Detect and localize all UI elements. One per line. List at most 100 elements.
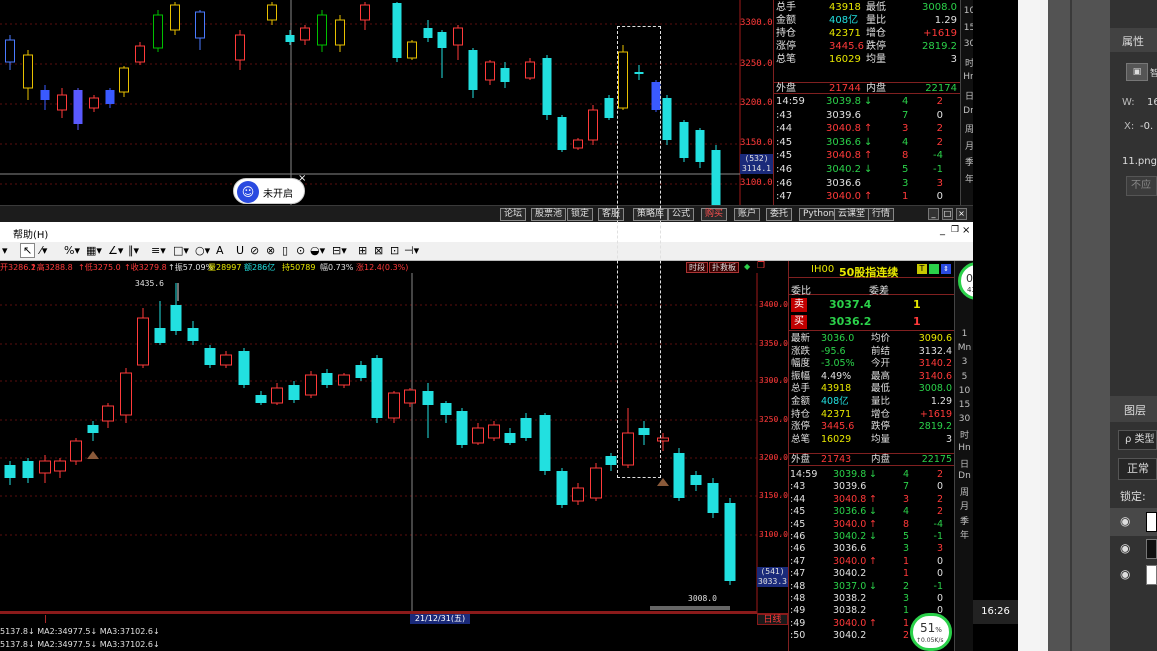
rect-tool-icon[interactable]: □▾ (173, 244, 189, 257)
candle-body (321, 373, 333, 385)
t-icon[interactable]: T (917, 264, 927, 274)
period-tab[interactable]: 季 (957, 514, 972, 527)
bottom-current-tag: (541) (757, 567, 788, 577)
period-tab[interactable]: 5 (957, 372, 972, 382)
angle-tool-icon[interactable]: ∠▾ (108, 244, 123, 257)
ps-w-value[interactable]: 16 (1147, 97, 1157, 108)
toolbar-button[interactable]: 公式 (668, 208, 695, 221)
text-tool-icon[interactable]: A (216, 244, 224, 257)
tick-time: :44 (776, 123, 793, 135)
period-tab[interactable]: 15 (957, 400, 972, 410)
ps-blend-mode[interactable]: 正常 (1118, 458, 1157, 480)
period-tab[interactable]: 10 (957, 386, 972, 396)
toolbar-button[interactable]: 客服 (598, 208, 625, 221)
align-icon[interactable]: ⊞ (358, 244, 367, 257)
floating-badge[interactable]: ☺ 未开启 × (233, 173, 306, 204)
quote-value: 3 (950, 53, 957, 65)
tab-layers[interactable]: 图层 (1124, 402, 1146, 418)
candle-body (187, 328, 199, 341)
restore-icon[interactable]: ❐ (951, 225, 959, 235)
period-tab[interactable]: Mn (957, 343, 972, 353)
ps-layer-row[interactable]: ◉ (1110, 508, 1157, 536)
chart-scrollbar[interactable] (650, 606, 730, 610)
period-tab[interactable]: 1 (957, 329, 972, 339)
line-tool-icon[interactable]: ⁄▾ (40, 244, 47, 257)
ps-x-value[interactable]: -0. (1140, 121, 1153, 132)
toolbar-button[interactable]: 行情 (868, 208, 895, 221)
toolbar-button[interactable]: 委托 (766, 208, 793, 221)
quote-value: 2819.2 (918, 421, 952, 433)
period-tab[interactable]: 3 (957, 357, 972, 367)
parallel-tool-icon[interactable]: ∥▾ (128, 244, 139, 257)
link-icon[interactable]: ⊘ (250, 244, 259, 257)
tick-delta: 0 (936, 481, 943, 493)
period-tab[interactable]: Hn (957, 443, 972, 453)
ps-layer-row[interactable]: ◉ (1110, 536, 1157, 562)
top-kline-chart[interactable]: 3300.0 3250.0 3200.0 3150.0 3100.0 (532)… (0, 0, 773, 205)
toolbar-button[interactable]: 账户 (734, 208, 761, 221)
underline-icon[interactable]: U (236, 244, 244, 257)
eye-icon[interactable]: ◉ (1120, 514, 1130, 528)
period-tab[interactable]: 日 (957, 457, 972, 470)
info-low: ↑低3275.0 (78, 263, 121, 272)
style-icon[interactable]: ⊟▾ (332, 244, 347, 257)
toolbar-button[interactable]: 云课堂 (834, 208, 870, 221)
close-icon[interactable]: × (298, 173, 306, 184)
period-button[interactable]: 时段 (686, 262, 708, 273)
period-tab[interactable]: 月 (957, 499, 972, 512)
diamond-icon[interactable]: ◆ (744, 262, 750, 271)
menu-help[interactable]: 帮助(H) (13, 226, 48, 241)
ps-filter-button[interactable]: 不应 (1126, 176, 1157, 196)
tab-properties[interactable]: 属性 (1122, 33, 1144, 49)
close-icon[interactable]: × (962, 225, 970, 236)
delete-icon[interactable]: ▯ (282, 244, 288, 257)
period-tab[interactable]: Dn (957, 471, 972, 481)
eye-icon[interactable]: ◉ (1120, 567, 1130, 581)
percent-tool-icon[interactable]: %▾ (64, 244, 80, 257)
grid-tool-icon[interactable]: ▦▾ (86, 244, 102, 257)
flag-icon[interactable] (929, 264, 939, 274)
tick-volume: 3 (902, 177, 909, 189)
ps-kind-filter[interactable]: ρ 类型 (1118, 430, 1157, 450)
cursor-icon[interactable]: ↖ (20, 243, 36, 258)
bottom-kline-chart[interactable]: 3435.6 3008.0 3400.0 3350.0 3300.0 3250.… (0, 273, 788, 613)
period-tab[interactable]: 时 (957, 428, 972, 441)
candle-body (404, 389, 416, 404)
toolbar-button[interactable]: 策略库 (633, 208, 669, 221)
net-widget-bottom[interactable]: 51% ↑0.05K/s (910, 613, 952, 651)
period-tab[interactable]: 周 (957, 485, 972, 498)
copy-icon[interactable]: ⊙ (296, 244, 305, 257)
color-icon[interactable]: ⊗ (266, 244, 275, 257)
candle-body (590, 467, 602, 499)
dropdown-icon[interactable]: ▾ (2, 244, 8, 257)
more-icon[interactable]: ⊣▾ (404, 244, 419, 257)
toolbar-button[interactable]: 锁定 (567, 208, 594, 221)
close-icon[interactable]: × (956, 208, 967, 220)
rescue-button[interactable]: 扑救板 (709, 262, 739, 273)
distribute-icon[interactable]: ⊠ (374, 244, 383, 257)
restore-icon[interactable]: ❐ (757, 261, 765, 271)
bring-front-icon[interactable]: ⊡ (390, 244, 399, 257)
maximize-icon[interactable]: □ (942, 208, 953, 220)
period-tab[interactable]: 年 (957, 528, 972, 541)
top-kline-svg[interactable] (0, 0, 773, 205)
tab-daily[interactable]: 日线 (757, 614, 788, 625)
toolbar-button[interactable]: Python (799, 208, 839, 221)
fib-tool-icon[interactable]: ≡▾ (151, 244, 166, 257)
eye-icon[interactable]: ◉ (1120, 541, 1130, 555)
minimize-icon[interactable]: _ (928, 208, 939, 220)
quote-value: 3140.6 (918, 370, 952, 382)
toolbar-button[interactable]: 股票池 (531, 208, 567, 221)
expand-icon[interactable]: ⇕ (941, 264, 951, 274)
circle-tool-icon[interactable]: ○▾ (195, 244, 210, 257)
ps-layer-icon[interactable]: ▣ (1126, 63, 1148, 81)
period-tab[interactable]: 30 (957, 414, 972, 424)
candle-body (662, 98, 672, 140)
ps-layer-row[interactable]: ◉ (1110, 562, 1157, 588)
fill-icon[interactable]: ◒▾ (310, 244, 325, 257)
minimize-icon[interactable]: _ (940, 225, 945, 236)
toolbar-button[interactable]: 论坛 (500, 208, 527, 221)
bottom-period-tabs[interactable]: 1 Mn 3 5 10 15 30 时 Hn 日 Dn 周月季年 (954, 261, 973, 651)
bottom-kline-svg[interactable] (0, 273, 788, 613)
toolbar-button[interactable]: 购买 (701, 208, 728, 221)
